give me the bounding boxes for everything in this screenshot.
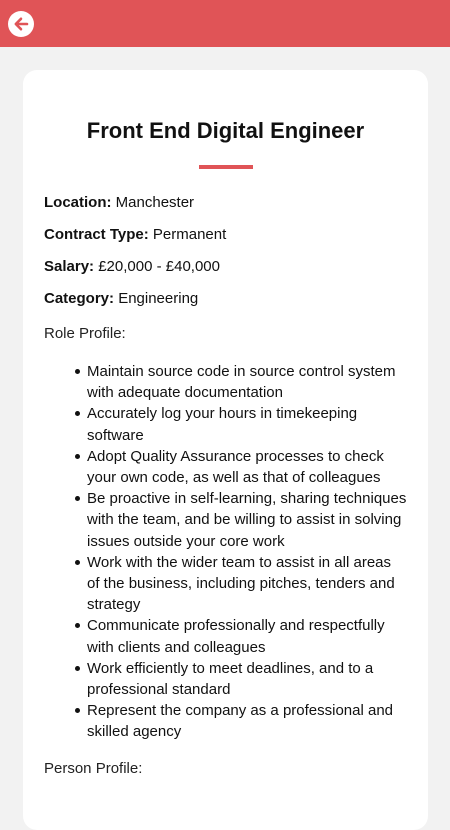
field-label: Salary: bbox=[44, 258, 95, 275]
field-value: £20,000 - £40,000 bbox=[98, 258, 220, 275]
list-item: Communicate professionally and respectfu… bbox=[75, 615, 407, 657]
list-item: Work with the wider team to assist in al… bbox=[75, 552, 407, 616]
list-item: Work efficiently to meet deadlines, and … bbox=[75, 658, 407, 700]
field-label: Category: bbox=[44, 290, 115, 307]
top-app-bar bbox=[0, 0, 450, 47]
job-detail-card: Front End Digital Engineer Location: Man… bbox=[23, 70, 428, 830]
job-title: Front End Digital Engineer bbox=[86, 118, 365, 143]
person-profile-heading: Person Profile: bbox=[44, 759, 143, 777]
arrow-left-icon bbox=[14, 17, 29, 31]
list-item: Represent the company as a professional … bbox=[75, 700, 407, 742]
field-location: Location: Manchester bbox=[44, 193, 407, 213]
field-label: Contract Type: bbox=[44, 226, 149, 243]
field-contract-type: Contract Type: Permanent bbox=[44, 225, 407, 245]
field-value: Permanent bbox=[152, 226, 227, 243]
list-item: Accurately log your hours in timekeeping… bbox=[75, 403, 407, 445]
job-fields: Location: Manchester Contract Type: Perm… bbox=[44, 193, 407, 309]
list-item: Maintain source code in source control s… bbox=[75, 361, 407, 403]
role-profile-heading: Role Profile: bbox=[44, 325, 126, 342]
back-button[interactable] bbox=[8, 11, 34, 37]
role-profile-list: Maintain source code in source control s… bbox=[44, 361, 407, 743]
field-label: Location: bbox=[44, 194, 112, 211]
list-item: Be proactive in self-learning, sharing t… bbox=[75, 488, 407, 552]
list-item: Adopt Quality Assurance processes to che… bbox=[75, 446, 407, 488]
field-value: Engineering bbox=[118, 290, 199, 307]
field-salary: Salary: £20,000 - £40,000 bbox=[44, 257, 407, 277]
field-value: Manchester bbox=[115, 194, 195, 211]
field-category: Category: Engineering bbox=[44, 289, 407, 309]
title-divider bbox=[198, 165, 253, 169]
